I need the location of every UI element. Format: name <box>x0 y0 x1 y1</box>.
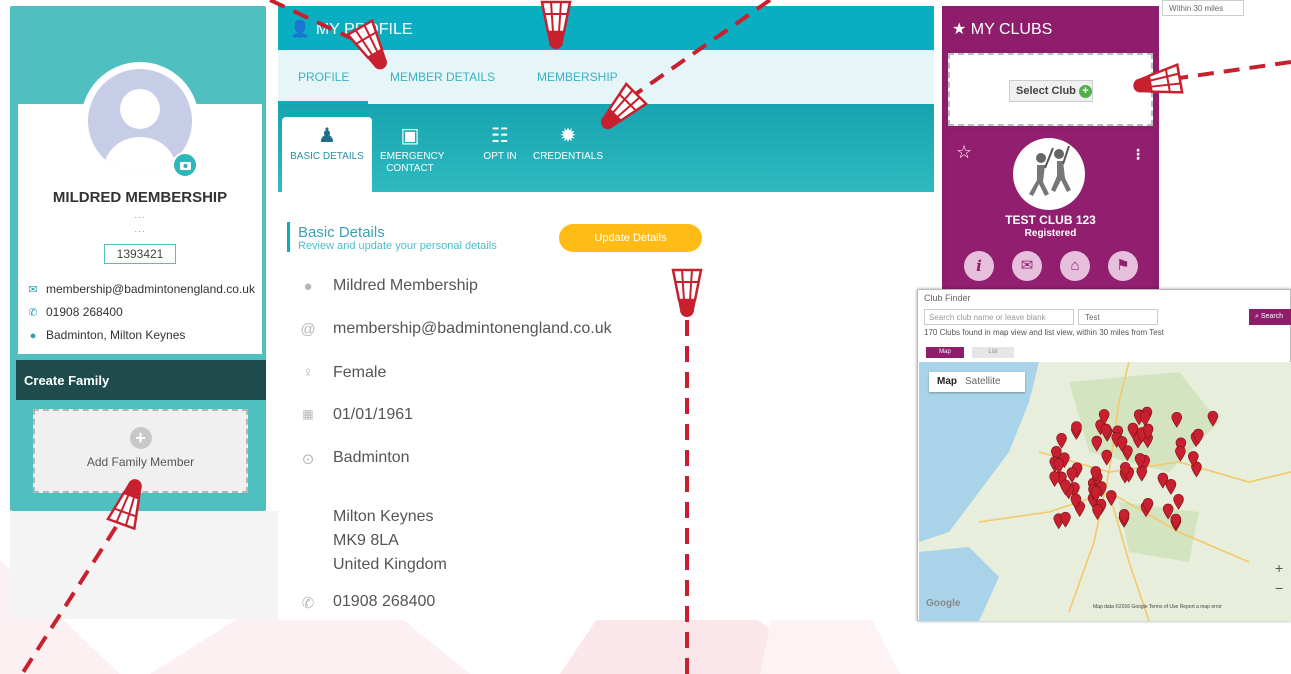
sidebar-footer-area <box>10 511 278 619</box>
map-type-control[interactable]: Map Satellite <box>929 372 1025 392</box>
club-search-button-label: Search <box>1260 313 1284 320</box>
club-map[interactable] <box>919 362 1291 621</box>
plus-icon: + <box>1078 85 1092 98</box>
home-icon[interactable]: ⌂ <box>1060 251 1090 281</box>
sidebar-location: ● Badminton, Milton Keynes <box>26 328 258 342</box>
club-name: TEST CLUB 123 <box>1005 213 1096 227</box>
select-club-label: Select Club <box>1016 85 1076 97</box>
zoom-in-button[interactable]: + <box>1275 560 1283 576</box>
member-id-badge: 1393421 <box>104 244 176 264</box>
section-marker <box>287 222 290 252</box>
tab-member-details[interactable]: MEMBER DETAILS <box>390 70 495 84</box>
section-subtitle: Review and update your personal details <box>298 240 497 252</box>
user-icon: 👤 <box>290 21 310 38</box>
sidebar-email[interactable]: ✉ membership@badmintonengland.co.uk <box>26 282 258 296</box>
google-logo: Google <box>926 598 961 609</box>
club-status: Registered <box>1024 228 1077 239</box>
profile-header-title: MY PROFILE <box>315 21 413 38</box>
add-family-member-label: Add Family Member <box>86 455 195 469</box>
clubs-header: ★ MY CLUBS <box>942 6 1159 50</box>
club-logo <box>1013 138 1085 210</box>
map-type-satellite[interactable]: Satellite <box>965 376 1001 387</box>
add-family-member-button[interactable]: + Add Family Member <box>33 409 248 493</box>
member-detail-placeholder: ... <box>134 224 146 235</box>
section-title: Basic Details <box>298 224 385 241</box>
plus-icon: + <box>129 427 152 449</box>
location-icon: ● <box>29 330 37 342</box>
search-icon: ⌕ <box>1255 313 1259 320</box>
subtab-opt-in-label: OPT IN <box>483 151 517 162</box>
field-address-line1: Badminton <box>333 449 410 466</box>
subtab-emergency-contact[interactable]: ▣ EMERGENCY CONTACT <box>380 125 444 175</box>
map-graphic <box>919 362 1291 621</box>
field-email: membership@badmintonengland.co.uk <box>333 320 612 337</box>
map-type-map[interactable]: Map <box>937 376 957 387</box>
field-name: Mildred Membership <box>333 277 478 294</box>
email-icon: ✉ <box>28 284 38 296</box>
star-icon: ★ <box>952 21 967 38</box>
info-icon[interactable]: i <box>964 251 994 281</box>
location-input[interactable]: Test <box>1078 309 1158 325</box>
mail-icon[interactable]: ✉ <box>1012 251 1042 281</box>
contact-card-icon: ▣ <box>400 125 420 147</box>
badminton-players-icon <box>1029 145 1071 196</box>
sidebar-phone: ✆ 01908 268400 <box>26 305 258 319</box>
member-detail-placeholder: ... <box>134 210 146 221</box>
select-club-button[interactable]: Select Club + <box>1009 80 1093 102</box>
badge-seal-icon: ✹ <box>559 125 577 147</box>
subtab-opt-in[interactable]: ☷ OPT IN <box>478 125 522 163</box>
female-icon: ♀ <box>302 364 314 381</box>
phone-icon: ✆ <box>301 595 315 612</box>
subtab-credentials-label: CREDENTIALS <box>532 151 603 162</box>
map-pin-icon[interactable]: ⚑ <box>1108 251 1138 281</box>
update-details-button[interactable]: Update Details <box>559 224 702 252</box>
subtab-basic-details-label: BASIC DETAILS <box>290 151 364 162</box>
person-badge-icon: ♟ <box>318 125 336 147</box>
calendar-icon: ▦ <box>302 407 314 421</box>
list-view-button[interactable]: List <box>972 347 1014 358</box>
club-search-button[interactable]: ⌕ Search <box>1249 309 1291 325</box>
subtab-emergency-contact-label: EMERGENCY CONTACT <box>380 151 445 174</box>
field-gender: Female <box>333 364 387 381</box>
club-menu-icon[interactable]: ⋮ <box>1131 146 1145 163</box>
distance-select[interactable]: Within 30 miles <box>1162 0 1244 16</box>
tab-membership[interactable]: MEMBERSHIP <box>537 70 618 84</box>
profile-header: 👤 MY PROFILE <box>278 6 934 50</box>
zoom-out-button[interactable]: − <box>1275 580 1283 596</box>
club-search-input[interactable]: Search club name or leave blank <box>924 309 1074 325</box>
member-name: MILDRED MEMBERSHIP <box>52 189 228 206</box>
create-family-header: Create Family <box>16 360 266 400</box>
checklist-icon: ☷ <box>491 125 509 147</box>
subtab-basic-details[interactable]: ♟ BASIC DETAILS <box>284 125 370 163</box>
camera-icon[interactable] <box>172 152 198 178</box>
phone-icon: ✆ <box>28 307 38 319</box>
field-country: United Kingdom <box>333 556 447 573</box>
subtab-credentials[interactable]: ✹ CREDENTIALS <box>528 125 608 163</box>
person-icon: ● <box>303 278 313 295</box>
field-town: Milton Keynes <box>333 508 434 525</box>
sidebar-email-text: membership@badmintonengland.co.uk <box>46 282 255 296</box>
field-dob: 01/01/1961 <box>333 406 414 423</box>
sidebar-phone-text: 01908 268400 <box>46 305 123 319</box>
map-credit: Map data ©2016 Google Terms of Use Repor… <box>1093 604 1222 610</box>
field-postcode: MK9 8LA <box>333 532 399 549</box>
sidebar-location-text: Badminton, Milton Keynes <box>46 328 186 342</box>
map-marker-icon: ⊙ <box>301 451 315 468</box>
tab-profile[interactable]: PROFILE <box>298 70 349 84</box>
favourite-star-icon[interactable]: ☆ <box>956 142 972 163</box>
club-finder-title: Club Finder <box>924 293 971 303</box>
club-results-count: 170 Clubs found in map view and list vie… <box>924 328 1164 337</box>
at-icon: @ <box>300 321 316 338</box>
map-view-button[interactable]: Map <box>926 347 964 358</box>
clubs-header-title: MY CLUBS <box>970 21 1053 38</box>
field-phone: 01908 268400 <box>333 593 436 610</box>
